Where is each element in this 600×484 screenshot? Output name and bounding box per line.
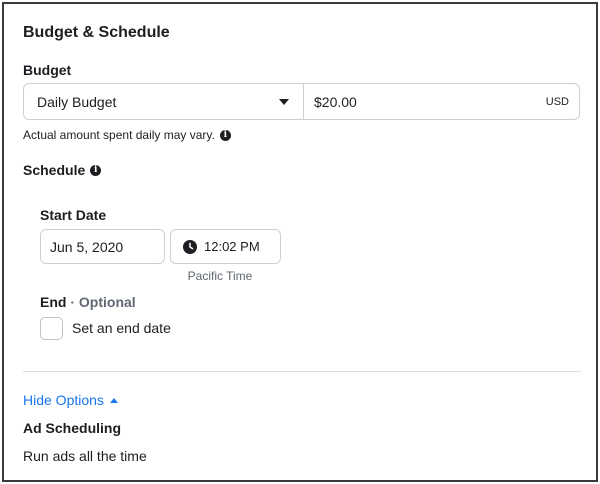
start-time-input[interactable]: 12:02 PM xyxy=(170,229,281,264)
budget-hint-text: Actual amount spent daily may vary. xyxy=(23,128,215,142)
schedule-heading: Schedule i xyxy=(23,162,102,178)
end-date-checkbox[interactable] xyxy=(40,317,63,340)
timezone-label: Pacific Time xyxy=(187,269,253,283)
budget-type-value: Daily Budget xyxy=(37,93,117,110)
info-icon[interactable]: i xyxy=(219,129,231,141)
section-title: Budget & Schedule xyxy=(23,24,170,41)
start-date-label: Start Date xyxy=(40,207,107,223)
ad-scheduling-value: Run ads all the time xyxy=(23,448,147,464)
start-date-value: Jun 5, 2020 xyxy=(50,238,124,255)
budget-amount-input[interactable]: $20.00 USD xyxy=(304,84,579,119)
budget-row: Daily Budget $20.00 USD xyxy=(23,83,580,120)
info-icon[interactable]: i xyxy=(90,164,102,176)
end-optional-label: · Optional xyxy=(70,294,136,310)
budget-hint: Actual amount spent daily may vary. i xyxy=(23,128,231,142)
schedule-label: Schedule xyxy=(23,162,86,178)
clock-icon xyxy=(183,239,197,254)
end-date-heading: End · Optional xyxy=(40,294,136,310)
budget-label: Budget xyxy=(23,62,72,78)
hide-options-toggle[interactable]: Hide Options xyxy=(23,392,118,408)
end-date-checkbox-label[interactable]: Set an end date xyxy=(72,320,171,336)
ad-scheduling-label: Ad Scheduling xyxy=(23,420,121,436)
hide-options-label: Hide Options xyxy=(23,392,104,408)
chevron-up-icon xyxy=(109,397,118,403)
chevron-down-icon xyxy=(279,98,289,105)
start-time-value: 12:02 PM xyxy=(204,239,260,254)
currency-label: USD xyxy=(545,95,569,108)
start-date-input[interactable]: Jun 5, 2020 xyxy=(40,229,165,264)
budget-type-dropdown[interactable]: Daily Budget xyxy=(24,84,304,119)
budget-amount-value: $20.00 xyxy=(314,93,357,110)
budget-schedule-panel: Budget & Schedule Budget Daily Budget $2… xyxy=(2,2,598,482)
divider xyxy=(23,371,581,372)
end-label: End xyxy=(40,294,67,310)
